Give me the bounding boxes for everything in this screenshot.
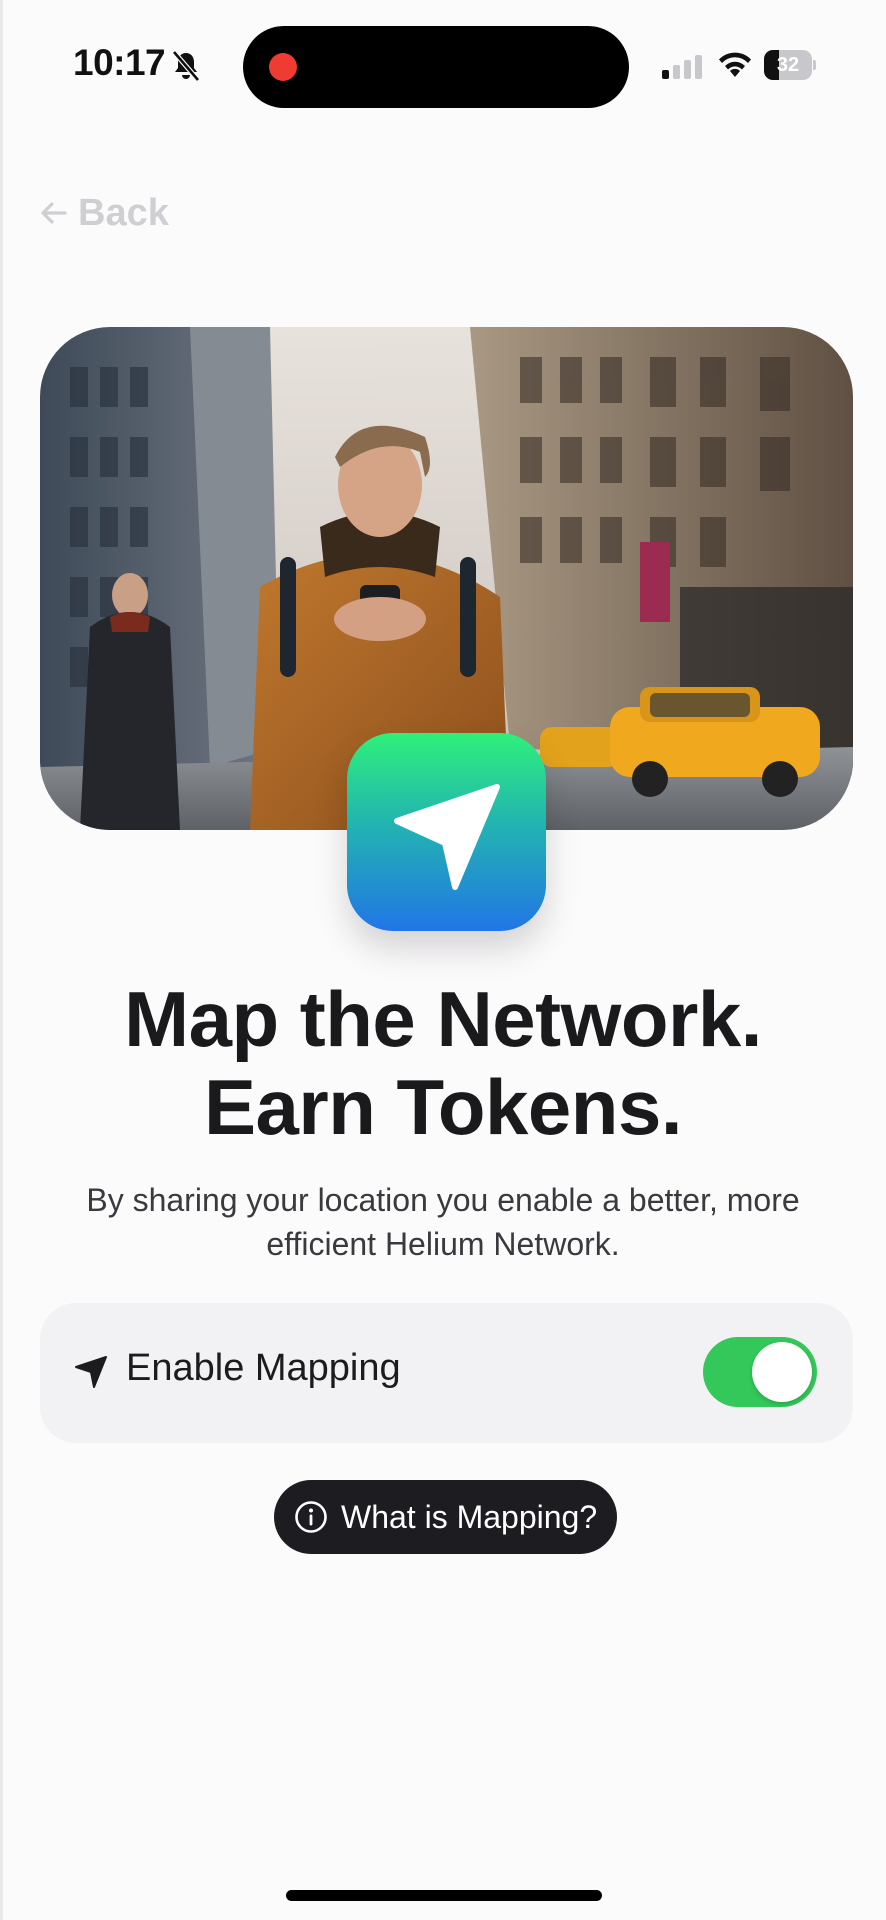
recording-indicator: [269, 53, 297, 81]
enable-mapping-toggle[interactable]: [703, 1337, 817, 1407]
headline: Map the Network. Earn Tokens.: [0, 975, 886, 1151]
back-button[interactable]: Back: [38, 188, 169, 238]
dynamic-island: [243, 26, 629, 108]
battery-level: 32: [776, 54, 800, 76]
headline-line-2: Earn Tokens.: [203, 1063, 683, 1151]
enable-mapping-row[interactable]: Enable Mapping: [40, 1303, 853, 1443]
subtitle-line-1: By sharing your location you enable a be…: [86, 1182, 800, 1218]
what-is-mapping-label: What is Mapping?: [341, 1499, 598, 1535]
headline-line-1: Map the Network.: [124, 975, 762, 1063]
back-label: Back: [78, 191, 169, 234]
battery-body: 32: [764, 50, 812, 80]
left-edge-divider: [0, 0, 3, 1920]
info-circle-icon: [295, 1501, 327, 1533]
bell-slash-icon: [172, 50, 200, 82]
battery-indicator: 32: [764, 50, 816, 80]
battery-cap: [813, 60, 816, 70]
location-arrow-icon: [394, 784, 500, 890]
enable-mapping-label: Enable Mapping: [126, 1347, 401, 1389]
toggle-knob: [752, 1342, 812, 1402]
wifi-icon: [719, 52, 751, 77]
status-time: 10:17: [73, 42, 166, 83]
location-arrow-icon: [75, 1356, 107, 1388]
arrow-left-icon: [41, 202, 67, 224]
signal-icon: [662, 55, 702, 79]
subtitle: By sharing your location you enable a be…: [30, 1178, 856, 1266]
app-badge: [347, 733, 546, 931]
subtitle-line-2: efficient Helium Network.: [266, 1226, 620, 1262]
what-is-mapping-button[interactable]: What is Mapping?: [274, 1480, 617, 1554]
home-indicator[interactable]: [286, 1890, 602, 1901]
